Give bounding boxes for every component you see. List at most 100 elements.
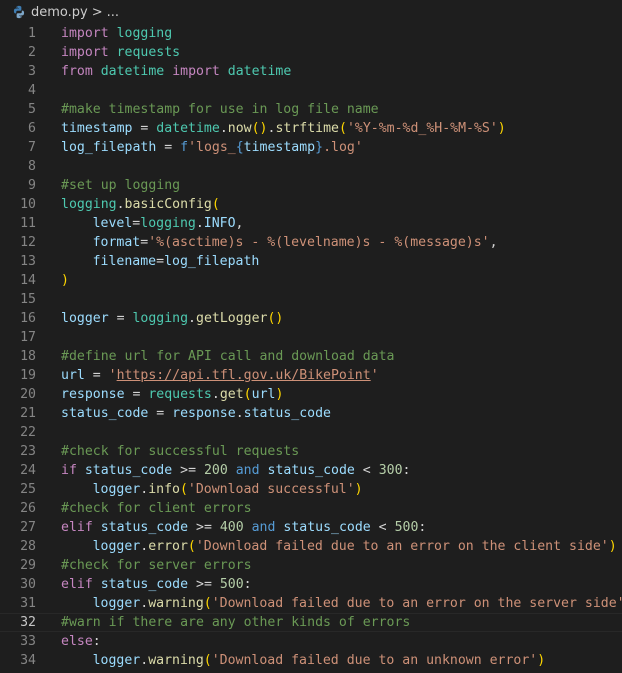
line-number: 21 [20,406,36,421]
line-number: 3 [28,64,36,79]
code-token: = [140,235,149,250]
code-text: import logging [36,24,172,43]
code-token: INFO [203,216,236,231]
code-token: . [235,406,244,421]
code-line[interactable]: 21 status_code = response.status_code [0,404,622,423]
code-token: . [195,216,204,231]
code-line[interactable]: 28 logger.error('Download failed due to a… [0,537,622,556]
code-line[interactable]: 8 [0,157,622,176]
code-line[interactable]: 20 response = requests.get(url) [0,385,622,404]
code-token: . [116,197,125,212]
code-text: filename=log_filepath [36,252,260,271]
line-number: 14 [20,273,36,288]
code-token: '%(asctime)s - %(levelname)s - %(message… [148,235,490,250]
code-token: datetime [227,64,292,79]
code-line[interactable]: 24 if status_code >= 200 and status_code … [0,461,622,480]
code-token: url [251,387,276,402]
code-token: () [267,311,284,326]
code-token: 500 [394,520,419,535]
code-line[interactable]: 19 url = 'https://api.tfl.gov.uk/BikePoin… [0,366,622,385]
code-token: = [108,311,133,326]
code-token: logging [140,216,196,231]
code-line[interactable]: 30 elif status_code >= 500: [0,575,622,594]
code-line[interactable]: 23 #check for successful requests [0,442,622,461]
code-line[interactable]: 31 logger.warning('Download failed due to… [0,594,622,613]
line-number: 8 [28,159,36,174]
code-text: #check for successful requests [36,442,299,461]
code-text: ) [36,271,69,290]
code-token: 'Download failed due to an error on the … [211,596,622,611]
code-line[interactable]: 27 elif status_code >= 400 and status_cod… [0,518,622,537]
code-text: elif status_code >= 400 and status_code … [36,518,426,537]
line-number: 20 [20,387,36,402]
code-line[interactable]: 4 [0,81,622,100]
code-token: status_code [84,463,173,478]
code-line[interactable]: 11 level=logging.INFO, [0,214,622,233]
code-line[interactable]: 25 logger.info('Download successful') [0,480,622,499]
code-line[interactable]: 17 [0,328,622,347]
code-token: warning [148,653,204,668]
line-number: 29 [20,558,36,573]
code-line[interactable]: 26 #check for client errors [0,499,622,518]
code-token: status_code [100,520,189,535]
code-line[interactable]: 18 #define url for API call and download … [0,347,622,366]
breadcrumb-ellipsis[interactable]: ... [107,5,119,20]
code-token: filename [92,254,157,269]
code-line[interactable]: 15 [0,290,622,309]
code-line[interactable]: 1 import logging [0,24,622,43]
code-line[interactable]: 2 import requests [0,43,622,62]
code-line[interactable]: 34 logger.warning('Download failed due to… [0,651,622,670]
code-text: #set up logging [36,176,180,195]
code-token: else [61,634,93,649]
code-token: ( [338,121,347,136]
code-token: 300 [378,463,403,478]
code-token: warning [148,596,204,611]
code-line[interactable]: 14) [0,271,622,290]
code-editor[interactable]: 1 import logging 2 import requests 3 from dat… [0,24,622,670]
code-token: f [180,140,189,155]
code-text: #make timestamp for use in log file name [36,100,379,119]
code-token: ( [203,596,212,611]
code-line[interactable]: 13 filename=log_filepath [0,252,622,271]
code-token: 200 [203,463,228,478]
code-token: if [61,463,77,478]
code-line[interactable]: 16 logger = logging.getLogger() [0,309,622,328]
code-line[interactable]: 7 log_filepath = f'logs_{timestamp}.log' [0,138,622,157]
breadcrumb-file[interactable]: demo.py [31,5,88,20]
breadcrumb: demo.py > ... [0,0,622,24]
code-token: #check for successful requests [61,444,300,459]
code-token: 400 [219,520,244,535]
code-token: elif [61,520,93,535]
code-token: , [235,216,244,231]
code-line[interactable]: 10 logging.basicConfig( [0,195,622,214]
code-line[interactable]: 12 format='%(asctime)s - %(levelname)s - … [0,233,622,252]
code-token: () [251,121,268,136]
code-text: from datetime import datetime [36,62,291,81]
line-number: 9 [28,178,36,193]
code-line[interactable]: 32 #warn if there are any other kinds of … [0,613,622,632]
line-number: 6 [28,121,36,136]
code-token: response [172,406,236,421]
code-line[interactable]: 9 #set up logging [0,176,622,195]
code-line[interactable]: 29 #check for server errors [0,556,622,575]
code-line[interactable]: 33 else: [0,632,622,651]
code-token: { [235,140,244,155]
code-line[interactable]: 3 from datetime import datetime [0,62,622,81]
line-number: 22 [20,425,36,440]
code-token: = [156,140,181,155]
code-token: status_code [267,463,355,478]
code-token: >= [188,577,220,592]
code-token: get [219,387,244,402]
code-line[interactable]: 5 #make timestamp for use in log file nam… [0,100,622,119]
line-number: 11 [20,216,36,231]
code-token: level [92,216,133,231]
code-token: #define url for API call and download da… [61,349,395,364]
code-line[interactable]: 6 timestamp = datetime.now().strftime('%Y… [0,119,622,138]
code-token: datetime [100,64,165,79]
code-line[interactable]: 22 [0,423,622,442]
